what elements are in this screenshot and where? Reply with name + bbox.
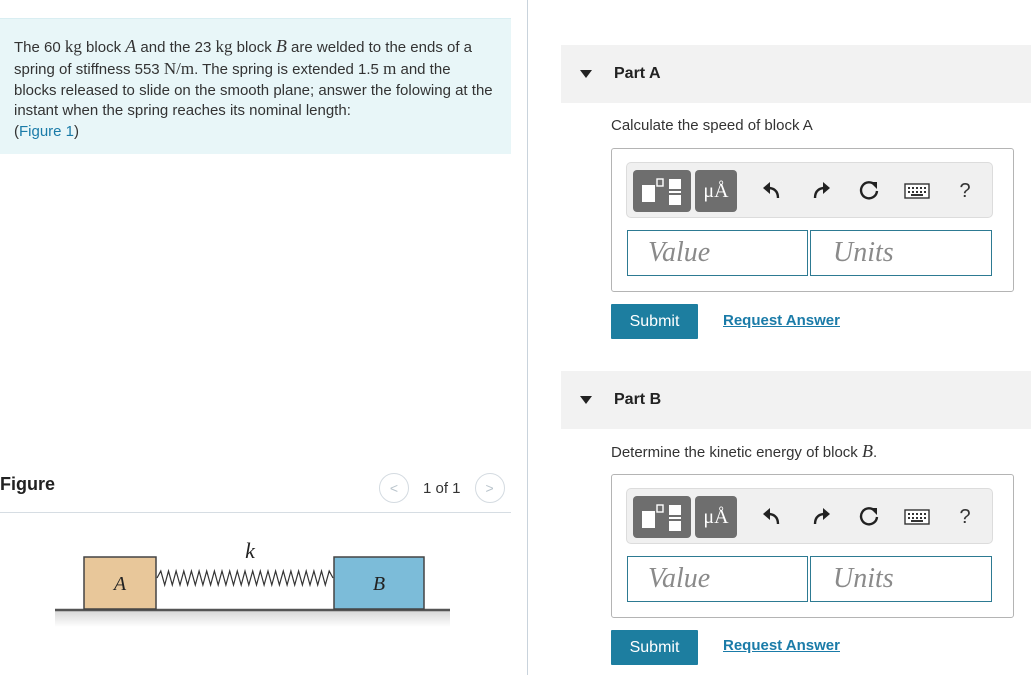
figure-link[interactable]: Figure 1 [19,123,74,140]
reset-icon [859,181,879,200]
units-symbol-icon: μÅ [703,179,729,202]
unit-kg: kg [64,37,82,56]
redo-icon [813,182,830,199]
keyboard-icon [904,509,930,525]
var-b: B [275,36,287,56]
problem-statement: The 60 kg block A and the 23 kg block B … [0,18,511,154]
problem-text: . The spring is extended 1.5 [194,60,379,78]
problem-text: and the 23 [140,39,212,56]
value-input[interactable]: Value [627,556,808,602]
var-a: A [125,36,137,56]
unit-m: m [383,58,397,78]
templates-button[interactable] [633,170,691,212]
undo-button[interactable] [757,176,787,206]
undo-icon [763,508,780,525]
undo-icon [763,182,780,199]
spring [156,568,334,588]
unit-kg: kg [215,37,233,56]
ground-shadow [55,611,450,627]
block-a-label: A [112,573,127,595]
reset-button[interactable] [854,176,884,206]
part-a-label: Part A [614,65,661,82]
part-b-answer-box: μÅ ? Value Units [611,474,1014,618]
part-a-answer-box: μÅ ? Value Units [611,148,1014,292]
paren: ) [74,123,80,141]
units-symbol-button[interactable]: μÅ [695,496,737,538]
templates-icon [642,178,681,205]
chevron-right-icon: > [485,480,494,496]
part-b-label: Part B [614,391,662,408]
problem-text: block [236,39,272,56]
units-symbol-icon: μÅ [703,505,729,528]
reset-button[interactable] [854,502,884,532]
undo-button[interactable] [757,502,787,532]
part-a-header[interactable]: Part A [561,45,1031,103]
figure-title: Figure [0,474,56,494]
value-input[interactable]: Value [627,230,808,276]
question-text: Determine the kinetic energy of block [611,444,858,461]
question-text: Calculate the speed of block A [611,117,813,134]
templates-icon [642,504,681,531]
prev-figure-button[interactable]: < [379,473,409,503]
problem-text: block [86,39,122,56]
question-suffix: . [872,444,878,461]
figure-counter: 1 of 1 [423,479,461,497]
reset-icon [859,507,879,526]
keyboard-button[interactable] [900,176,934,206]
chevron-left-icon: < [389,480,399,496]
unit-stiffness: N/m [163,58,195,78]
spring-block-figure: A B k [55,538,450,627]
block-b-label: B [373,573,385,595]
redo-button[interactable] [806,502,836,532]
part-a-submit-button[interactable]: Submit [611,304,698,339]
part-b-submit-button[interactable]: Submit [611,630,698,665]
part-a-request-answer-link[interactable]: Request Answer [723,312,840,329]
next-figure-button[interactable]: > [474,473,505,503]
part-b-header[interactable]: Part B [561,371,1031,429]
collapse-triangle-icon [580,396,592,404]
collapse-triangle-icon [580,70,592,78]
help-icon: ? [959,505,971,528]
units-symbol-button[interactable]: μÅ [695,170,737,212]
part-a-question: Calculate the speed of block A [611,117,813,134]
redo-button[interactable] [806,176,836,206]
figure-nav: < 1 of 1 > [379,473,505,503]
math-toolbar: μÅ ? [626,162,993,218]
figure-rule [0,512,511,513]
units-input[interactable]: Units [810,230,992,276]
redo-icon [813,508,830,525]
part-b-question: Determine the kinetic energy of block B. [611,441,877,462]
column-divider [527,0,528,675]
units-input[interactable]: Units [810,556,992,602]
math-toolbar: μÅ ? [626,488,993,544]
help-button[interactable]: ? [950,502,980,532]
var-b: B [861,441,873,461]
keyboard-button[interactable] [900,502,934,532]
keyboard-icon [904,183,930,199]
spring-label: k [245,538,256,563]
templates-button[interactable] [633,496,691,538]
problem-text: The 60 [14,39,61,56]
help-icon: ? [959,179,971,202]
part-b-request-answer-link[interactable]: Request Answer [723,637,840,654]
help-button[interactable]: ? [950,176,980,206]
